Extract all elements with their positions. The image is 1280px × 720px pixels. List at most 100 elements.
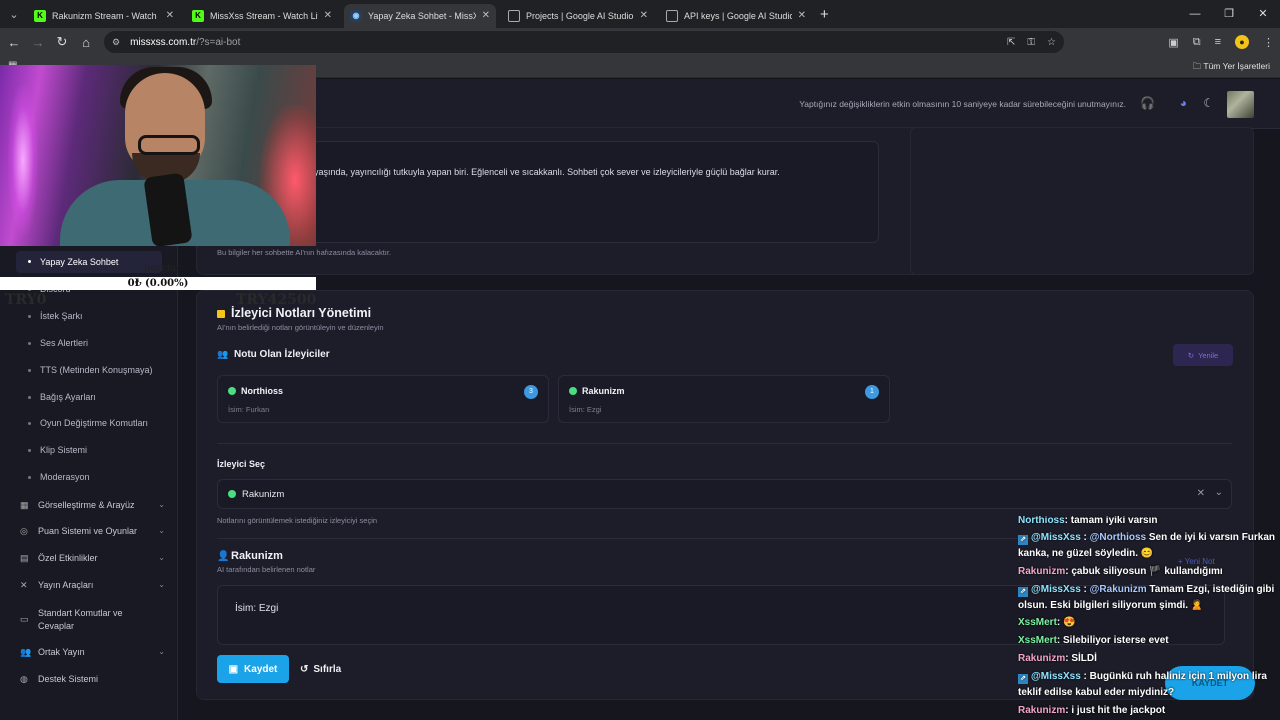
tab-title: Rakunizm Stream - Watch Live o bbox=[52, 10, 160, 21]
browser-tab[interactable]: K MissXss Stream - Watch Live on ✕ bbox=[186, 4, 338, 28]
tools-icon: ✕ bbox=[20, 580, 28, 590]
back-icon[interactable]: ← bbox=[2, 35, 26, 50]
address-bar[interactable]: ⚙ missxss.com.tr/?s=ai-bot ⇱ ⚿ ☆ bbox=[104, 31, 1064, 53]
tab-close-icon[interactable]: ✕ bbox=[482, 10, 490, 21]
avatar[interactable] bbox=[1227, 91, 1254, 118]
sidebar-item-label: Klip Sistemi bbox=[40, 445, 88, 455]
online-dot bbox=[228, 387, 236, 395]
media-icon[interactable]: ≡ bbox=[1215, 36, 1221, 48]
save-label: Kaydet bbox=[244, 663, 278, 675]
chat-message: Rakunizm: çabuk siliyosun 🏴 kullandığımı bbox=[1018, 564, 1276, 580]
sidebar-item-tts[interactable]: TTS (Metinden Konuşmaya) bbox=[28, 365, 153, 375]
tab-close-icon[interactable]: ✕ bbox=[798, 10, 806, 21]
url-path: /?s=ai-bot bbox=[196, 36, 241, 48]
browser-tab[interactable]: K Rakunizm Stream - Watch Live o ✕ bbox=[28, 4, 180, 28]
viewer-card-northioss[interactable]: Northioss İsim: Furkan 3 bbox=[217, 375, 549, 423]
online-dot bbox=[228, 490, 236, 498]
moon-icon[interactable]: ☾ bbox=[1203, 96, 1214, 110]
chat-message: Rakunizm: i just hit the jackpot bbox=[1018, 703, 1276, 719]
sidebar-section-label: Puan Sistemi ve Oyunlar bbox=[38, 526, 138, 536]
reload-icon[interactable]: ↻ bbox=[50, 34, 74, 50]
chat-overlay: Northioss: tamam iyiki varsın ⇗ @MissXss … bbox=[1016, 516, 1278, 720]
chevron-down-icon: ⌄ bbox=[158, 526, 165, 535]
sidebar-item-label: Bağış Ayarları bbox=[40, 392, 96, 402]
sidebar-item-sound-alerts[interactable]: Ses Alertleri bbox=[28, 338, 88, 348]
header-notice: Yaptığınız değişikliklerin etkin olmasın… bbox=[799, 99, 1126, 109]
window-controls: — ❐ ✕ bbox=[1178, 0, 1280, 28]
sidebar-item-song-request[interactable]: İstek Şarkı bbox=[28, 311, 83, 321]
discord-icon[interactable]: ◕ bbox=[1180, 96, 1187, 110]
sidebar-section-visuals[interactable]: ▦ Görselleştirme & Arayüz ⌄ bbox=[20, 500, 165, 511]
chevron-down-icon[interactable]: ⌄ bbox=[1215, 487, 1223, 498]
chat-mention: @Rakunizm bbox=[1089, 584, 1147, 595]
viewer-select[interactable]: Rakunizm ✕ ⌄ bbox=[217, 479, 1232, 509]
sidebar-section-label: Görselleştirme & Arayüz bbox=[38, 500, 135, 510]
personality-textarea[interactable]: yaşında, yayıncılığı tutkuyla yapan biri… bbox=[217, 141, 879, 243]
sidebar-item-ai-chat[interactable]: Yapay Zeka Sohbet bbox=[16, 251, 162, 273]
tab-close-icon[interactable]: ✕ bbox=[640, 10, 648, 21]
install-icon[interactable]: ⇱ bbox=[1007, 37, 1015, 48]
profile-icon[interactable]: ● bbox=[1235, 35, 1249, 49]
key-icon[interactable]: ⚿ bbox=[1027, 37, 1035, 48]
sidebar-section-points[interactable]: ◎ Puan Sistemi ve Oyunlar ⌄ bbox=[20, 526, 165, 537]
side-card bbox=[910, 127, 1254, 275]
browser-tab-active[interactable]: ◉ Yapay Zeka Sohbet - MissXss AI ✕ bbox=[344, 3, 496, 28]
site-info-icon[interactable]: ⚙ bbox=[112, 37, 120, 48]
tab-search-icon[interactable]: ⌄ bbox=[0, 8, 28, 21]
top-header: Yaptığınız değişikliklerin etkin olmasın… bbox=[178, 79, 1280, 129]
reset-button[interactable]: ↺ Sıfırla bbox=[300, 655, 350, 683]
sidebar-item-clips[interactable]: Klip Sistemi bbox=[28, 445, 88, 455]
sidebar-section-commands[interactable]: ▭ Standart Komutlar ve Cevaplar bbox=[20, 607, 165, 633]
refresh-button[interactable]: ↻ Yenile bbox=[1173, 344, 1233, 366]
chat-user: XssMert bbox=[1018, 635, 1057, 646]
tab-title: Projects | Google AI Studio bbox=[526, 10, 634, 21]
sidebar-item-game-commands[interactable]: Oyun Değiştirme Komutları bbox=[28, 418, 148, 428]
sidebar-section-events[interactable]: ▤ Özel Etkinlikler ⌄ bbox=[20, 553, 165, 564]
sidebar-item-moderation[interactable]: Moderasyon bbox=[28, 472, 90, 482]
save-button[interactable]: ▣ Kaydet bbox=[217, 655, 289, 683]
chat-text: : SİLDİ bbox=[1065, 653, 1097, 664]
undo-icon: ↺ bbox=[300, 663, 309, 675]
sidebar-section-support[interactable]: ◍ Destek Sistemi bbox=[20, 674, 165, 685]
minimize-icon[interactable]: — bbox=[1178, 0, 1212, 28]
tab-close-icon[interactable]: ✕ bbox=[166, 10, 174, 21]
support-icon: ◍ bbox=[20, 674, 28, 684]
all-bookmarks[interactable]: 🗀 Tüm Yer İşaretleri bbox=[1193, 61, 1270, 75]
puzzle-icon[interactable]: ⧉ bbox=[1193, 36, 1201, 49]
sidebar-section-collab[interactable]: 👥 Ortak Yayın ⌄ bbox=[20, 647, 165, 658]
new-tab-icon[interactable]: + bbox=[820, 6, 829, 23]
close-window-icon[interactable]: ✕ bbox=[1246, 0, 1280, 28]
browser-tab[interactable]: Projects | Google AI Studio ✕ bbox=[502, 4, 654, 28]
sidebar-section-tools[interactable]: ✕ Yayın Araçları ⌄ bbox=[20, 580, 165, 591]
chevron-down-icon: ⌄ bbox=[158, 647, 165, 656]
chat-text: : Silebiliyor isterse evet bbox=[1056, 635, 1169, 646]
user-icon: 👤 bbox=[217, 551, 230, 562]
viewer-card-rakunizm[interactable]: Rakunizm İsim: Ezgi 1 bbox=[558, 375, 890, 423]
tab-close-icon[interactable]: ✕ bbox=[324, 10, 332, 21]
headset-icon[interactable]: 🎧 bbox=[1140, 96, 1155, 110]
sidebar-section-label: Destek Sistemi bbox=[38, 674, 99, 684]
users-icon: 👥 bbox=[20, 647, 32, 657]
sidebar-item-donation[interactable]: Bağış Ayarları bbox=[28, 392, 96, 402]
home-icon[interactable]: ⌂ bbox=[74, 35, 98, 50]
forward-icon[interactable]: → bbox=[26, 35, 50, 50]
chat-text: : çabuk siliyosun 🏴 kullandığımı bbox=[1065, 566, 1223, 577]
chat-message: ⇗ @MissXss : Bugünkü ruh haliniz için 1 m… bbox=[1018, 669, 1276, 701]
chevron-down-icon: ⌄ bbox=[158, 553, 165, 562]
page-icon bbox=[508, 9, 520, 22]
clear-icon[interactable]: ✕ bbox=[1197, 488, 1205, 499]
extension-icon[interactable]: ▣ bbox=[1168, 36, 1178, 49]
chevron-down-icon: ⌄ bbox=[158, 580, 165, 589]
maximize-icon[interactable]: ❐ bbox=[1212, 0, 1246, 28]
star-icon[interactable]: ☆ bbox=[1047, 37, 1056, 48]
online-dot bbox=[569, 387, 577, 395]
notes-icon bbox=[217, 310, 225, 318]
menu-icon[interactable]: ⋮ bbox=[1263, 36, 1274, 49]
chevron-down-icon: ⌄ bbox=[158, 500, 165, 509]
bot-badge-icon: ⇗ bbox=[1018, 535, 1028, 545]
notes-subtitle: AI'nın belirlediği notları görüntüleyin … bbox=[217, 323, 384, 332]
chat-text: : 😍 bbox=[1056, 617, 1076, 628]
chat-user: @MissXss bbox=[1031, 584, 1081, 595]
viewer-select-help: Notlarını görüntülemek istediğiniz izley… bbox=[217, 516, 378, 525]
browser-tab[interactable]: API keys | Google AI Studio ✕ bbox=[660, 4, 812, 28]
